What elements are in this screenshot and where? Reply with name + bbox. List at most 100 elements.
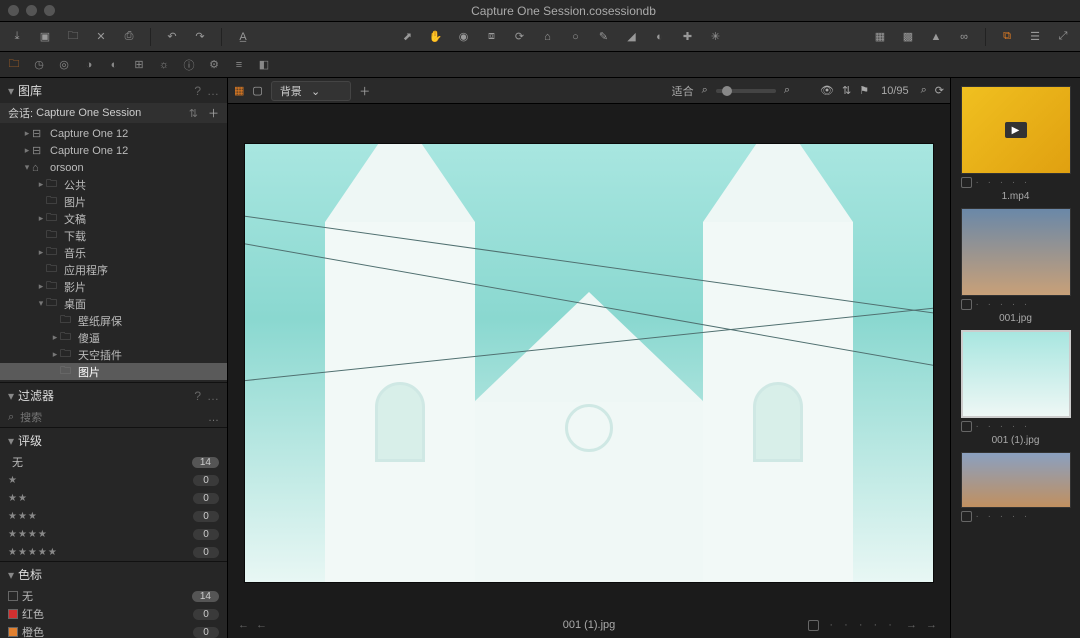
- help-icon[interactable]: ?: [194, 389, 201, 403]
- minimize-window[interactable]: [26, 5, 37, 16]
- redo-icon[interactable]: ↷: [191, 28, 209, 46]
- disclosure-icon[interactable]: ▸: [50, 349, 60, 360]
- crop-tool-icon[interactable]: ⧈: [483, 28, 501, 46]
- sliders-icon[interactable]: ⇅: [842, 84, 851, 97]
- pick-checkbox[interactable]: [961, 177, 972, 188]
- rating-filter-row[interactable]: ★★ 0: [0, 489, 227, 507]
- close-window[interactable]: [8, 5, 19, 16]
- tree-item[interactable]: ▸ 🗀 文稿: [0, 210, 227, 227]
- colortag-panel-header[interactable]: ▾ 色标: [0, 562, 227, 587]
- thumbnail[interactable]: · · · · · 001.jpg: [959, 208, 1072, 324]
- rating-filter-row[interactable]: ★★★★ 0: [0, 525, 227, 543]
- search-input[interactable]: [20, 412, 202, 424]
- pick-checkbox[interactable]: [808, 620, 819, 631]
- tree-item[interactable]: ▸ 🗀 傻逼: [0, 329, 227, 346]
- thumb-image[interactable]: ▶: [961, 86, 1071, 174]
- zoom-in-icon[interactable]: ⌕: [784, 84, 790, 97]
- thumb-image[interactable]: [961, 452, 1071, 508]
- focus-mask-icon[interactable]: ▲: [927, 28, 945, 46]
- grid-view-icon[interactable]: ▦: [234, 84, 244, 97]
- pick-checkbox[interactable]: [961, 299, 972, 310]
- tree-item[interactable]: ▸ 🗀 天空插件: [0, 346, 227, 363]
- rotate-tool-icon[interactable]: ⟳: [511, 28, 529, 46]
- prev-image-icon[interactable]: ← ←: [238, 619, 269, 631]
- disclosure-icon[interactable]: ▸: [22, 145, 32, 156]
- disclosure-icon[interactable]: ▸: [22, 128, 32, 139]
- more-icon[interactable]: …: [207, 84, 219, 98]
- thumb-image[interactable]: [961, 208, 1071, 296]
- spot-tool-icon[interactable]: ○: [567, 28, 585, 46]
- annotation-icon[interactable]: A̲: [234, 28, 252, 46]
- rating-dots[interactable]: · · · · ·: [976, 511, 1031, 522]
- undo-icon[interactable]: ↶: [163, 28, 181, 46]
- lens-tab-icon[interactable]: ◎: [56, 57, 72, 73]
- disclosure-icon[interactable]: ▸: [36, 247, 46, 258]
- color-tab-icon[interactable]: ◑: [81, 57, 97, 73]
- pick-checkbox[interactable]: [961, 511, 972, 522]
- exposure-tab-icon[interactable]: ◐: [106, 57, 122, 73]
- tree-item[interactable]: ▸ 🗀 公共: [0, 176, 227, 193]
- more-icon[interactable]: …: [207, 389, 219, 403]
- fullscreen-icon[interactable]: ⤢: [1054, 28, 1072, 46]
- rating-filter-row[interactable]: ★ 0: [0, 471, 227, 489]
- exposure-warning-icon[interactable]: ▦: [871, 28, 889, 46]
- loupe-tool-icon[interactable]: ◉: [455, 28, 473, 46]
- tree-item[interactable]: 🗀 图片: [0, 193, 227, 210]
- viewer-mode-icon[interactable]: ⧉: [998, 28, 1016, 46]
- rating-dots[interactable]: · · · · ·: [976, 299, 1031, 310]
- session-dropdown-icon[interactable]: ⇅: [189, 107, 198, 120]
- library-tab-icon[interactable]: 🗀: [6, 57, 22, 73]
- browser-mode-icon[interactable]: ☰: [1026, 28, 1044, 46]
- canvas[interactable]: [228, 104, 950, 612]
- delete-icon[interactable]: ✕: [92, 28, 110, 46]
- more-icon[interactable]: …: [208, 412, 219, 424]
- disclosure-icon[interactable]: ▸: [36, 281, 46, 292]
- metadata-tab-icon[interactable]: ⓘ: [181, 57, 197, 73]
- rating-dots[interactable]: · · · · ·: [976, 421, 1031, 432]
- tree-item[interactable]: ▾ 🗀 桌面: [0, 295, 227, 312]
- rating-filter-row[interactable]: ★★★ 0: [0, 507, 227, 525]
- capture-tab-icon[interactable]: ◷: [31, 57, 47, 73]
- export-folder-icon[interactable]: 🗀: [64, 28, 82, 46]
- tree-item[interactable]: 🗀 应用程序: [0, 261, 227, 278]
- tree-item[interactable]: ▸ 🗀 影片: [0, 278, 227, 295]
- add-variant-icon[interactable]: ＋: [359, 83, 370, 99]
- rating-filter-row[interactable]: ★★★★★ 0: [0, 543, 227, 561]
- disclosure-icon[interactable]: ▾: [22, 162, 32, 173]
- preview-image[interactable]: [244, 143, 934, 583]
- disclosure-icon[interactable]: ▸: [36, 179, 46, 190]
- flag-icon[interactable]: ⚑: [859, 84, 869, 97]
- before-after-icon[interactable]: ∞: [955, 28, 973, 46]
- tree-item[interactable]: ▸ ⊟ Capture One 12: [0, 142, 227, 159]
- refresh-icon[interactable]: ⟳: [935, 84, 944, 97]
- disclosure-icon[interactable]: ▾: [36, 298, 46, 309]
- thumbnail[interactable]: · · · · ·: [959, 452, 1072, 522]
- batch-tab-icon[interactable]: ≡: [231, 57, 247, 73]
- search-browser-icon[interactable]: ⌕: [921, 84, 927, 97]
- colortag-filter-row[interactable]: 红色 0: [0, 605, 227, 623]
- thumb-image[interactable]: [961, 330, 1071, 418]
- add-icon[interactable]: ＋: [208, 105, 219, 121]
- library-panel-header[interactable]: ▾ 图库 ? …: [0, 78, 227, 103]
- disclosure-icon[interactable]: ▸: [50, 332, 60, 343]
- next-image-icon[interactable]: → →: [906, 619, 940, 631]
- rating-dots[interactable]: · · · · ·: [829, 619, 896, 631]
- keystone-tool-icon[interactable]: ⌂: [539, 28, 557, 46]
- rating-dots[interactable]: · · · · ·: [976, 177, 1031, 188]
- hand-tool-icon[interactable]: ✋: [427, 28, 445, 46]
- zoom-slider[interactable]: [716, 89, 776, 93]
- tree-item[interactable]: ▾ ⌂ orsoon: [0, 159, 227, 176]
- variant-select[interactable]: 背景 ⌄: [271, 81, 351, 101]
- zoom-out-icon[interactable]: ⌕: [702, 84, 708, 97]
- colortag-filter-row[interactable]: 橙色 0: [0, 623, 227, 638]
- heal-tool-icon[interactable]: ✚: [679, 28, 697, 46]
- brush-tool-icon[interactable]: ✎: [595, 28, 613, 46]
- zoom-window[interactable]: [44, 5, 55, 16]
- proof-icon[interactable]: 👁: [820, 84, 834, 97]
- tree-item[interactable]: ▸ 🗀 音乐: [0, 244, 227, 261]
- session-selector[interactable]: 会话: Capture One Session ⇅ ＋: [0, 103, 227, 123]
- tree-item[interactable]: 🗀 下载: [0, 227, 227, 244]
- rating-filter-row[interactable]: 无 14: [0, 453, 227, 471]
- single-view-icon[interactable]: ▢: [252, 84, 262, 97]
- filters-panel-header[interactable]: ▾ 过滤器 ? …: [0, 383, 227, 408]
